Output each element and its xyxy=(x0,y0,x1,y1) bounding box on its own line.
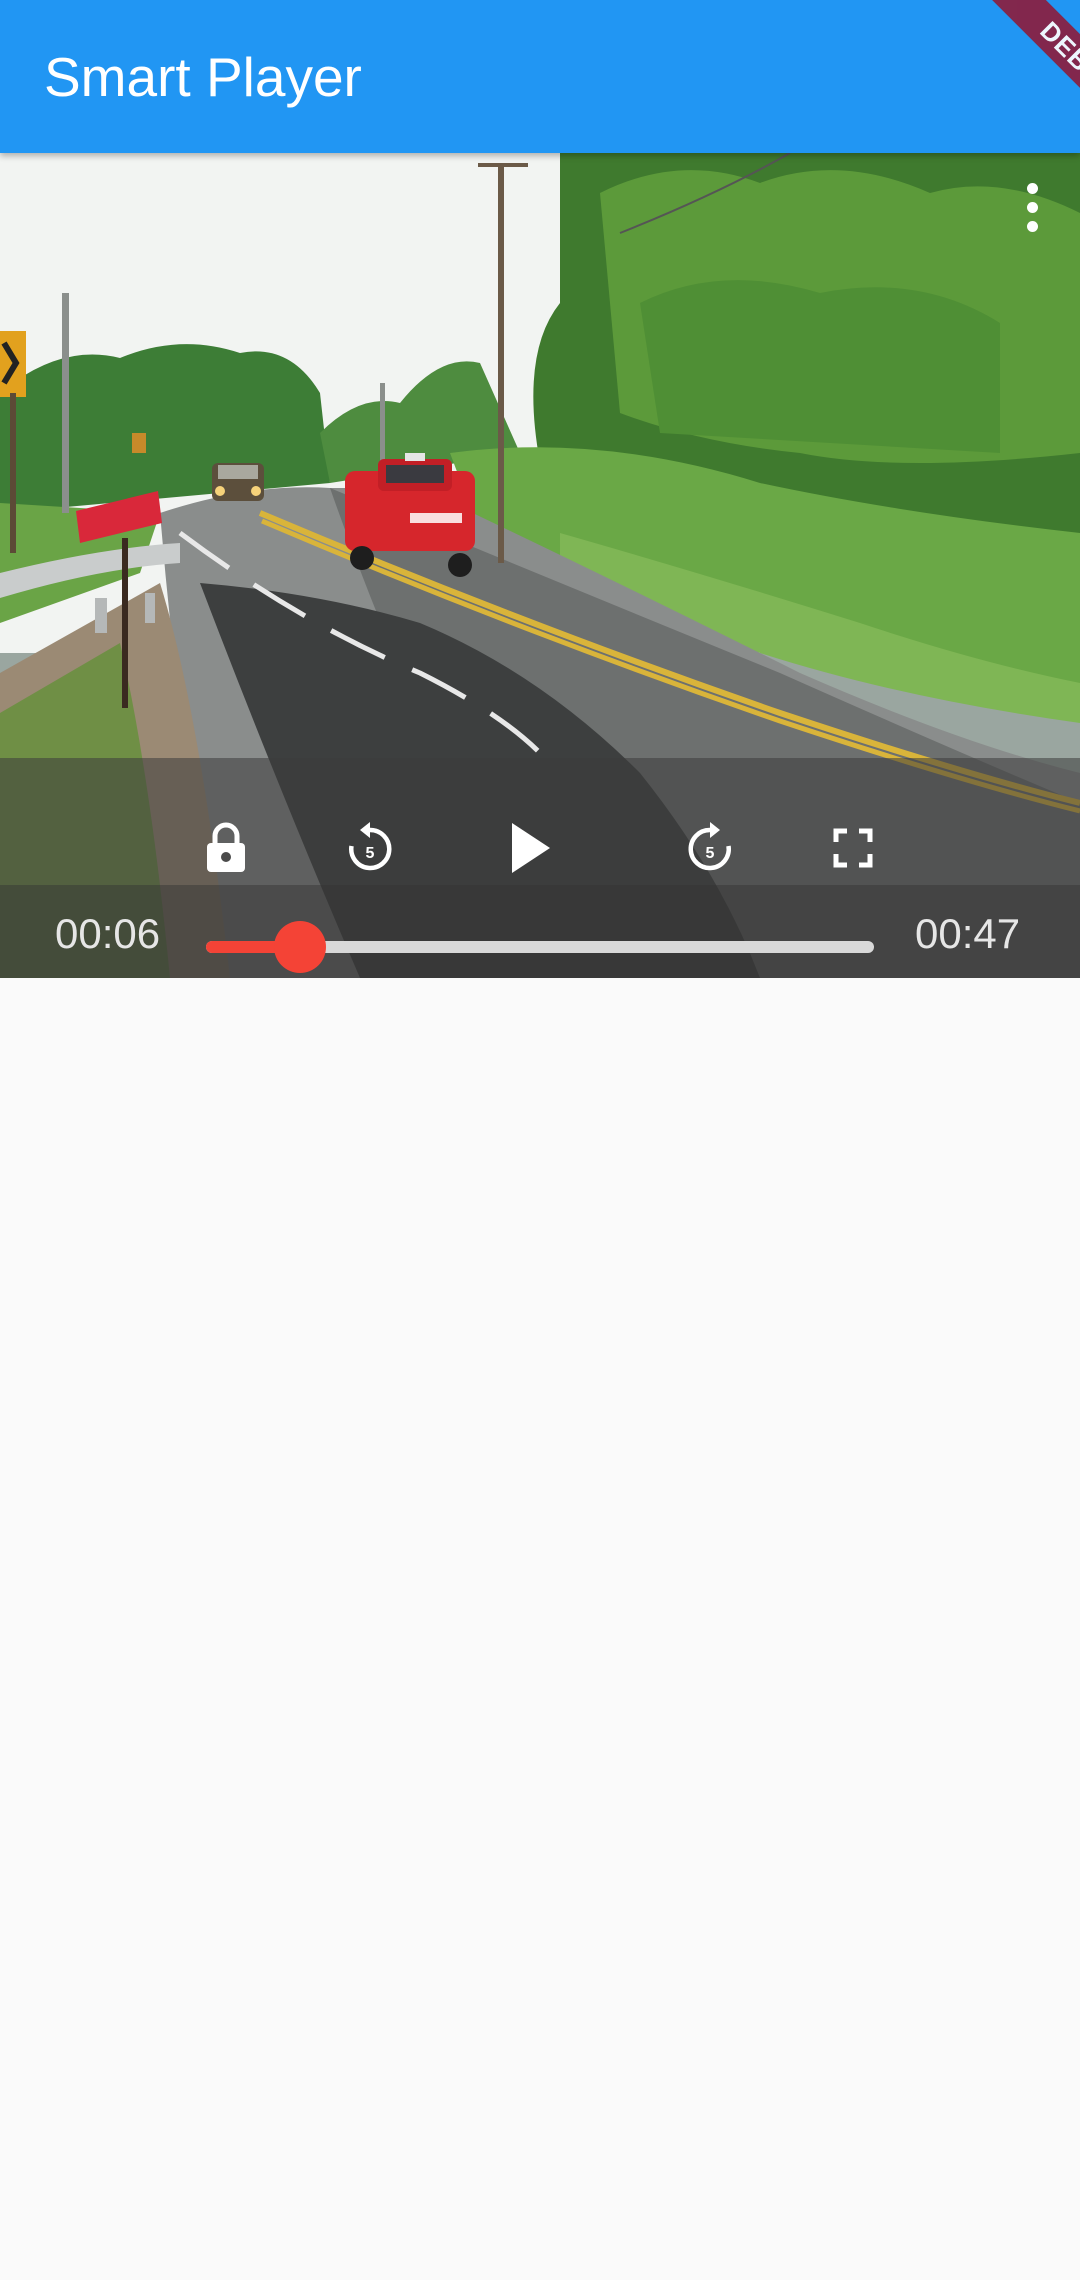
rewind-button[interactable]: 5 xyxy=(330,808,410,888)
seek-bar[interactable] xyxy=(206,921,874,973)
more-dot xyxy=(1026,183,1038,194)
play-button[interactable] xyxy=(490,808,570,888)
total-time: 00:47 xyxy=(915,910,1021,957)
current-time: 00:06 xyxy=(55,910,161,957)
replay-5-icon: 5 xyxy=(349,822,392,871)
fullscreen-button[interactable] xyxy=(813,808,893,888)
page-title: Smart Player xyxy=(44,46,362,108)
more-dot xyxy=(1026,202,1038,213)
more-dot xyxy=(1026,221,1038,232)
lock-icon xyxy=(207,822,245,872)
video-player[interactable]: 5 5 00:06 00:47 xyxy=(0,153,1080,978)
rewind-seconds: 5 xyxy=(366,845,375,862)
app-bar: Smart Player xyxy=(0,0,1080,153)
forward-button[interactable]: 5 xyxy=(670,808,750,888)
forward-5-icon: 5 xyxy=(688,822,731,871)
play-icon xyxy=(512,823,550,873)
lock-button[interactable] xyxy=(186,808,266,888)
forward-seconds: 5 xyxy=(706,845,715,862)
seek-thumb[interactable] xyxy=(273,921,326,973)
more-vert-icon[interactable] xyxy=(1014,175,1050,247)
content-area xyxy=(0,978,1080,2280)
fullscreen-icon xyxy=(833,828,873,868)
